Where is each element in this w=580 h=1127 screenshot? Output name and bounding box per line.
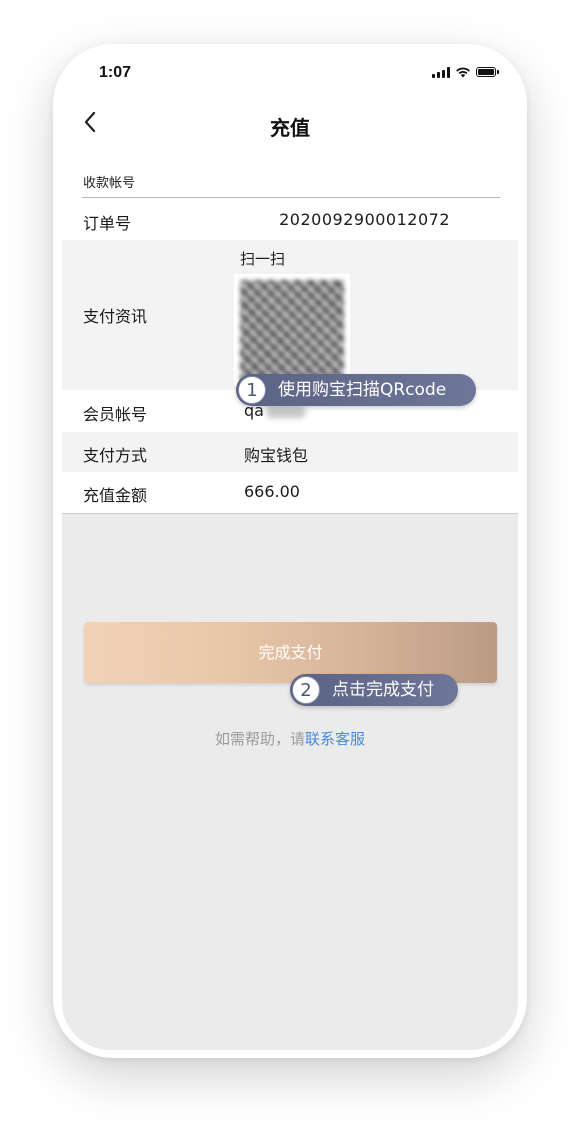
status-icons <box>432 66 499 78</box>
qr-code <box>240 280 344 380</box>
contact-support-link[interactable]: 联系客服 <box>305 730 365 748</box>
step-2-text: 点击完成支付 <box>332 680 434 700</box>
page-title: 充值 <box>270 116 310 140</box>
scan-label: 扫一扫 <box>240 250 286 268</box>
step-2-callout: 2 点击完成支付 <box>290 674 458 706</box>
step-2-number: 2 <box>292 676 320 704</box>
header: 1:07 充值 <box>62 54 518 146</box>
order-details: 收款帐号 订单号 2020092900012072 支付资讯 扫一扫 会员帐号 … <box>62 146 518 514</box>
payee-account-row: 收款帐号 <box>62 146 518 198</box>
wifi-icon <box>456 67 470 78</box>
step-1-text: 使用购宝扫描QRcode <box>278 380 447 400</box>
phone-screen: 1:07 充值 收款帐号 订单号 2020092900012072 支付资讯 扫… <box>62 54 518 1050</box>
status-time: 1:07 <box>99 64 132 81</box>
step-1-number: 1 <box>238 376 266 404</box>
amount-value: 666.00 <box>244 482 300 501</box>
payee-account-label: 收款帐号 <box>83 176 136 191</box>
signal-icon <box>432 66 450 78</box>
order-number-label: 订单号 <box>83 214 132 233</box>
payment-method-value: 购宝钱包 <box>244 446 309 465</box>
payment-info-label: 支付资讯 <box>83 307 148 326</box>
help-prefix: 如需帮助，请 <box>214 730 305 748</box>
order-number-value: 2020092900012072 <box>279 210 450 229</box>
payment-method-label: 支付方式 <box>83 446 148 465</box>
member-account-label: 会员帐号 <box>83 405 148 424</box>
battery-icon <box>476 67 499 77</box>
order-number-row: 订单号 2020092900012072 <box>62 198 518 240</box>
amount-label: 充值金额 <box>83 486 148 505</box>
payment-method-row: 支付方式 购宝钱包 <box>62 432 518 472</box>
amount-row: 充值金额 666.00 <box>62 472 518 514</box>
step-1-callout: 1 使用购宝扫描QRcode <box>236 374 476 406</box>
payment-info-row: 支付资讯 扫一扫 <box>62 240 518 390</box>
help-text: 如需帮助，请联系客服 <box>62 728 518 749</box>
